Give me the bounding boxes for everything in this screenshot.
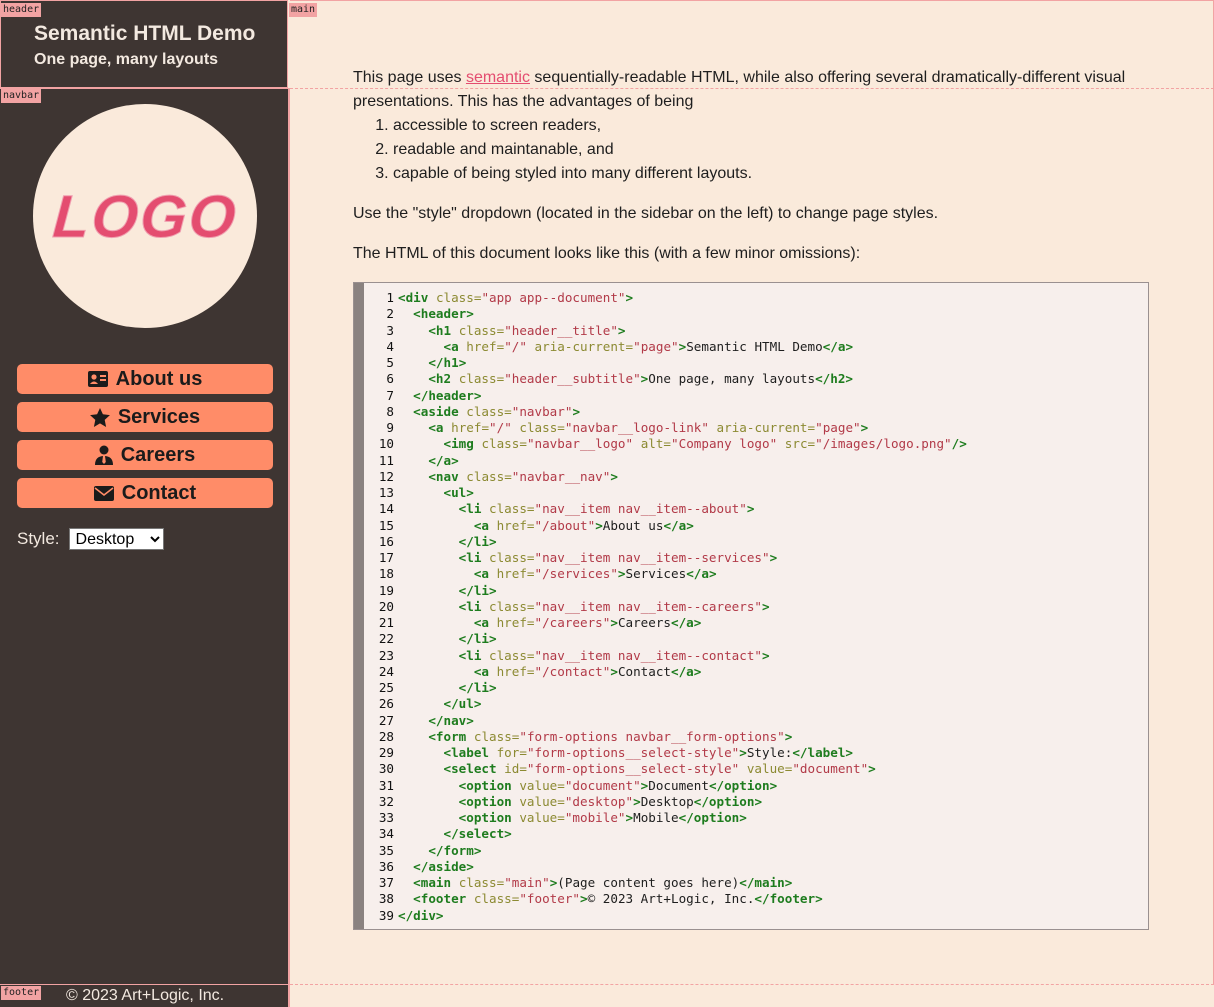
code-line: 15 <a href="/about">About us</a> — [378, 517, 694, 533]
code-line: 38 <footer class="footer">© 2023 Art+Log… — [378, 891, 823, 907]
code-line: 4 <a href="/" aria-current="page">Semant… — [386, 338, 854, 354]
intro-paragraph: This page uses semantic sequentially-rea… — [353, 69, 1126, 110]
envelope-icon — [93, 485, 114, 501]
advantages-list: accessible to screen readers, readable a… — [353, 114, 1153, 186]
code-line: 30 <select id="form-options__select-styl… — [378, 761, 876, 777]
code-line: 31 <option value="document">Document</op… — [378, 777, 778, 793]
nav-item-label: Careers — [120, 443, 196, 466]
code-line: 29 <label for="form-options__select-styl… — [378, 745, 854, 760]
main-region-tag: main — [289, 3, 318, 17]
code-line: 22 </li> — [378, 631, 497, 647]
nav-item-label: Services — [117, 405, 201, 428]
code-line: 16 </li> — [378, 533, 497, 549]
code-line: 24 <a href="/contact">Contact</a> — [378, 663, 702, 679]
nav-item-services[interactable]: Services — [17, 402, 273, 432]
footer-boundary-dashed — [290, 984, 1214, 985]
code-line: 9 <a href="/" class="navbar__logo-link" … — [386, 420, 869, 435]
id-card-icon — [87, 371, 108, 387]
code-line: 39 </div> — [378, 907, 444, 923]
code-line: 21 <a href="/careers">Careers</a> — [378, 615, 702, 630]
code-line: 6 <h2 class="header__subtitle">One page,… — [386, 371, 854, 387]
code-line: 35 </form> — [378, 842, 482, 858]
code-line: 32 <option value="desktop">Desktop</opti… — [378, 793, 763, 809]
list-item: readable and maintanable, and — [393, 138, 1153, 162]
list-item: accessible to screen readers, — [393, 114, 1153, 138]
style-form: Style: Desktop — [17, 528, 164, 550]
site-footer: © 2023 Art+Logic, Inc. — [0, 984, 290, 1007]
code-line: 34 </select> — [378, 826, 512, 842]
code-line: 33 <option value="mobile">Mobile</option… — [378, 810, 747, 825]
code-line: 28 <form class="form-options navbar__for… — [378, 728, 793, 744]
code-line: 13 <ul> — [378, 485, 474, 500]
company-logo: LOGO — [50, 182, 240, 250]
star-icon — [89, 407, 110, 427]
code-line: 26 </ul> — [378, 696, 482, 712]
code-line: 14 <li class="nav__item nav__item--about… — [378, 501, 755, 517]
navbar-region-tag: navbar — [1, 89, 42, 103]
code-line: 17 <li class="nav__item nav__item--servi… — [378, 550, 778, 565]
semantic-link[interactable]: semantic — [466, 69, 530, 86]
code-listing: 1 <div class="app app--document"> 2 <heade… — [368, 290, 967, 924]
nav-list: About us Services Careers Contact — [17, 364, 273, 516]
header-title[interactable]: Semantic HTML Demo — [34, 22, 255, 46]
instructions-paragraph: Use the "style" dropdown (located in the… — [353, 205, 939, 222]
nav-item-about[interactable]: About us — [17, 364, 273, 394]
list-item: capable of being styled into many differ… — [393, 162, 1153, 186]
code-line: 36 </aside> — [378, 858, 474, 874]
code-line: 12 <nav class="navbar__nav"> — [378, 468, 618, 484]
code-line: 1 <div class="app app--document"> — [386, 290, 634, 305]
code-line: 10 <img class="navbar__logo" alt="Compan… — [378, 436, 967, 452]
code-line: 37 <main class="main">(Page content goes… — [378, 875, 793, 890]
code-line: 19 </li> — [378, 582, 497, 598]
style-label: Style: — [17, 529, 60, 548]
nav-item-label: About us — [115, 367, 203, 390]
code-line: 27 </nav> — [378, 712, 474, 728]
code-block: 1 <div class="app app--document"> 2 <heade… — [353, 282, 1149, 930]
code-line: 7 </header> — [386, 387, 482, 403]
user-tie-icon — [94, 445, 113, 465]
nav-item-label: Contact — [121, 481, 197, 504]
code-line: 23 <li class="nav__item nav__item--conta… — [378, 647, 770, 663]
style-select[interactable]: Desktop — [68, 528, 164, 550]
code-line: 25 </li> — [378, 680, 497, 695]
code-intro-paragraph: The HTML of this document looks like thi… — [353, 245, 861, 262]
code-line: 3 <h1 class="header__title"> — [386, 322, 626, 338]
footer-region-tag: footer — [1, 986, 42, 1000]
code-line: 2 <header> — [386, 306, 474, 322]
code-line: 8 <aside class="navbar"> — [386, 403, 581, 419]
code-line: 18 <a href="/services">Services</a> — [378, 566, 717, 582]
code-line: 5 </h1> — [386, 355, 467, 370]
header-region-tag: header — [1, 3, 42, 17]
navbar: LOGO About us Services Careers Contact S… — [0, 88, 290, 984]
code-line: 20 <li class="nav__item nav__item--caree… — [378, 598, 770, 614]
nav-item-careers[interactable]: Careers — [17, 440, 273, 470]
site-header: Semantic HTML Demo One page, many layout… — [0, 0, 288, 88]
header-subtitle: One page, many layouts — [34, 51, 219, 68]
main-content: This page uses semantic sequentially-rea… — [353, 66, 1153, 282]
nav-item-contact[interactable]: Contact — [17, 478, 273, 508]
logo-link[interactable]: LOGO — [33, 104, 257, 328]
code-line: 11 </a> — [378, 452, 459, 468]
